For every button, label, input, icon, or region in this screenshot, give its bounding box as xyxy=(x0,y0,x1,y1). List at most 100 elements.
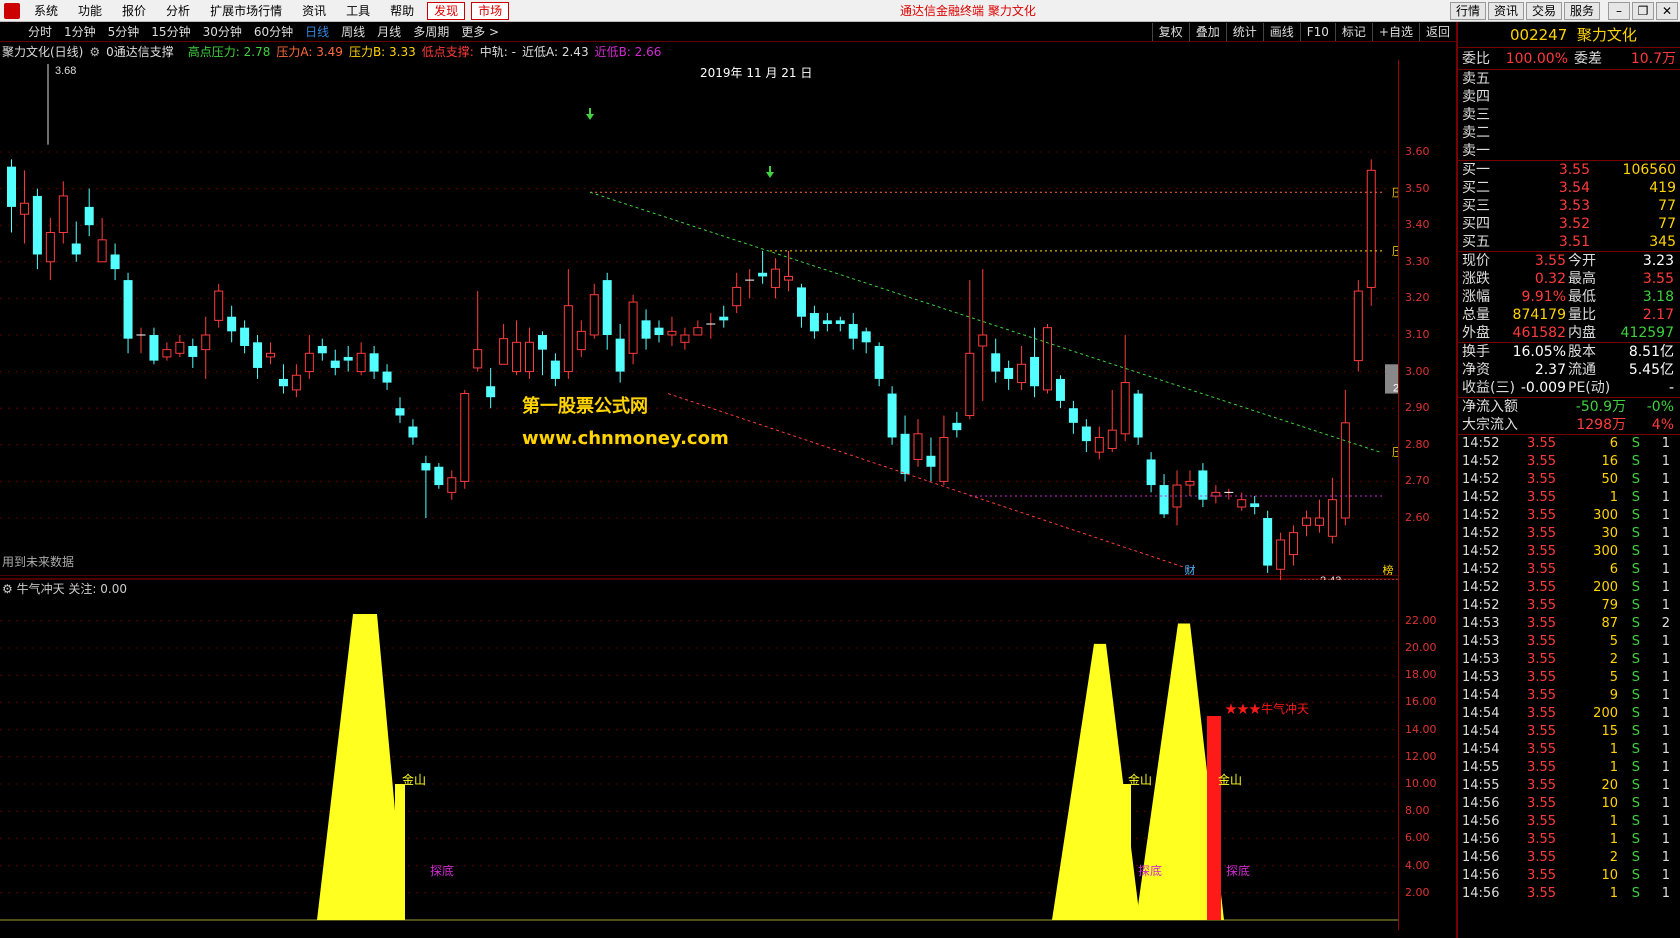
menu-item[interactable]: 帮助 xyxy=(380,0,424,22)
stat-label: 内盘 xyxy=(1568,325,1596,341)
tick-side: S xyxy=(1631,508,1640,523)
toolbar-button[interactable]: 标记 xyxy=(1334,23,1372,41)
tick-count: 1 xyxy=(1661,454,1670,469)
period-tab[interactable]: 周线 xyxy=(335,22,371,42)
menu-item[interactable]: 功能 xyxy=(68,0,112,22)
stat-row: 外盘 461582 内盘 412597 xyxy=(1458,324,1680,342)
indicator-bar xyxy=(395,784,405,920)
buy-row: 买一 3.55 106560 xyxy=(1458,161,1680,179)
toolbar-button[interactable]: +自选 xyxy=(1371,23,1419,41)
tick-time: 14:52 xyxy=(1462,472,1500,487)
menu-item[interactable]: 资讯 xyxy=(292,0,336,22)
candle-down xyxy=(278,378,288,387)
toolbar-button[interactable]: 统计 xyxy=(1225,23,1263,41)
period-tab[interactable]: 5分钟 xyxy=(102,22,146,42)
candle-up xyxy=(1043,327,1052,391)
restore-icon[interactable]: ❐ xyxy=(1632,2,1654,20)
toolbar-button[interactable]: 复权 xyxy=(1151,23,1189,41)
tick-volume: 300 xyxy=(1593,508,1618,523)
settings-icon[interactable]: ⚙ xyxy=(89,43,100,61)
stat-value: 3.23 xyxy=(1642,253,1674,269)
menu-item-highlight[interactable]: 市场 xyxy=(471,2,510,20)
top-button[interactable]: 资讯 xyxy=(1487,2,1524,20)
period-tab[interactable]: 月线 xyxy=(371,22,407,42)
tick-row: 14:56 3.55 1 S 1 xyxy=(1458,885,1680,903)
tick-price: 3.55 xyxy=(1527,706,1556,721)
stat-value: 2.37 xyxy=(1534,362,1566,378)
buy-price: 3.51 xyxy=(1558,234,1590,250)
candle-up xyxy=(784,275,793,281)
period-tab[interactable]: 1分钟 xyxy=(58,22,102,42)
tick-volume: 6 xyxy=(1609,562,1618,577)
menu-item[interactable]: 报价 xyxy=(112,0,156,22)
tick-time: 14:54 xyxy=(1462,742,1500,757)
indicator-chart[interactable]: 金山 金山 金山探底 探底 探底 ★★★牛气冲天 xyxy=(0,575,1398,930)
menu-item[interactable]: 系统 xyxy=(24,0,68,22)
period-tab[interactable]: 更多 > xyxy=(455,22,505,42)
candle-up xyxy=(304,352,314,373)
candle-down xyxy=(32,195,42,255)
candle-down xyxy=(123,280,133,339)
tick-list[interactable]: 14:52 3.55 6 S 1 14:52 3.55 16 S 1 14:52 3.55 50 S 1 14… xyxy=(1458,435,1680,903)
tick-count: 1 xyxy=(1661,886,1670,901)
tick-volume: 1 xyxy=(1609,760,1618,775)
minimize-icon[interactable]: – xyxy=(1608,2,1630,20)
tick-time: 14:52 xyxy=(1462,598,1500,613)
period-tab[interactable]: 多周期 xyxy=(407,22,455,42)
toolbar-button[interactable]: 返回 xyxy=(1418,23,1456,41)
price-tick: 3.30 xyxy=(1405,254,1430,268)
candle-up xyxy=(447,477,457,493)
tick-count: 1 xyxy=(1661,508,1670,523)
menu-item-highlight[interactable]: 发现 xyxy=(427,2,466,20)
toolbar-button[interactable]: F10 xyxy=(1299,23,1335,41)
period-tab[interactable]: 30分钟 xyxy=(197,22,248,42)
buy-volume: 419 xyxy=(1649,180,1676,196)
candle-up xyxy=(460,393,470,482)
stat-value: 5.45亿 xyxy=(1628,362,1674,378)
tick-price: 3.55 xyxy=(1527,778,1556,793)
menu-item[interactable]: 扩展市场行情 xyxy=(200,0,292,22)
tick-side: S xyxy=(1631,526,1640,541)
candle-up xyxy=(771,268,781,288)
tick-price: 3.55 xyxy=(1527,616,1556,631)
tick-time: 14:52 xyxy=(1462,526,1500,541)
close-icon[interactable]: ✕ xyxy=(1656,2,1678,20)
tick-row: 14:52 3.55 30 S 1 xyxy=(1458,525,1680,543)
candle-up xyxy=(214,290,224,321)
tick-price: 3.55 xyxy=(1527,760,1556,775)
top-button[interactable]: 行情 xyxy=(1449,2,1486,20)
candle-up xyxy=(473,349,483,369)
period-tab[interactable]: 15分钟 xyxy=(145,22,196,42)
legend-indicator[interactable]: 0通达信支撑 xyxy=(106,43,174,61)
weicha-label: 委差 xyxy=(1574,51,1602,67)
tick-row: 14:52 3.55 6 S 1 xyxy=(1458,561,1680,579)
top-right-buttons: 行情 资讯 交易 服务 xyxy=(1448,2,1600,20)
tick-row: 14:55 3.55 20 S 1 xyxy=(1458,777,1680,795)
menu-item[interactable]: 分析 xyxy=(156,0,200,22)
tick-time: 14:53 xyxy=(1462,670,1500,685)
tick-row: 14:56 3.55 1 S 1 xyxy=(1458,831,1680,849)
tick-price: 3.55 xyxy=(1527,526,1556,541)
stat-row: 换手 16.05% 股本 8.51亿 xyxy=(1458,343,1680,361)
tick-side: S xyxy=(1631,598,1640,613)
menu-item[interactable]: 工具 xyxy=(336,0,380,22)
candle-down xyxy=(1159,485,1169,515)
tick-price: 3.55 xyxy=(1527,634,1556,649)
candle-down xyxy=(434,466,444,486)
top-button[interactable]: 服务 xyxy=(1563,2,1600,20)
stat-label: 总量 xyxy=(1462,307,1490,323)
period-tab[interactable]: 日线 xyxy=(299,22,335,42)
tick-row: 14:52 3.55 200 S 1 xyxy=(1458,579,1680,597)
period-tab[interactable]: 分时 xyxy=(22,22,58,42)
toolbar-button[interactable]: 画线 xyxy=(1262,23,1300,41)
top-button[interactable]: 交易 xyxy=(1525,2,1562,20)
tick-price: 3.55 xyxy=(1527,562,1556,577)
tick-side: S xyxy=(1631,652,1640,667)
period-tab[interactable]: 60分钟 xyxy=(248,22,299,42)
tick-time: 14:56 xyxy=(1462,796,1500,811)
candlestick-chart[interactable]: 压力A:3.49压力B:3.33压力延伸:2.近低B:2.6近低A:2.42.9… xyxy=(0,60,1398,580)
candle-down xyxy=(395,408,405,416)
toolbar-button[interactable]: 叠加 xyxy=(1188,23,1226,41)
candle-up xyxy=(97,239,107,263)
app-logo-icon[interactable] xyxy=(4,3,20,19)
